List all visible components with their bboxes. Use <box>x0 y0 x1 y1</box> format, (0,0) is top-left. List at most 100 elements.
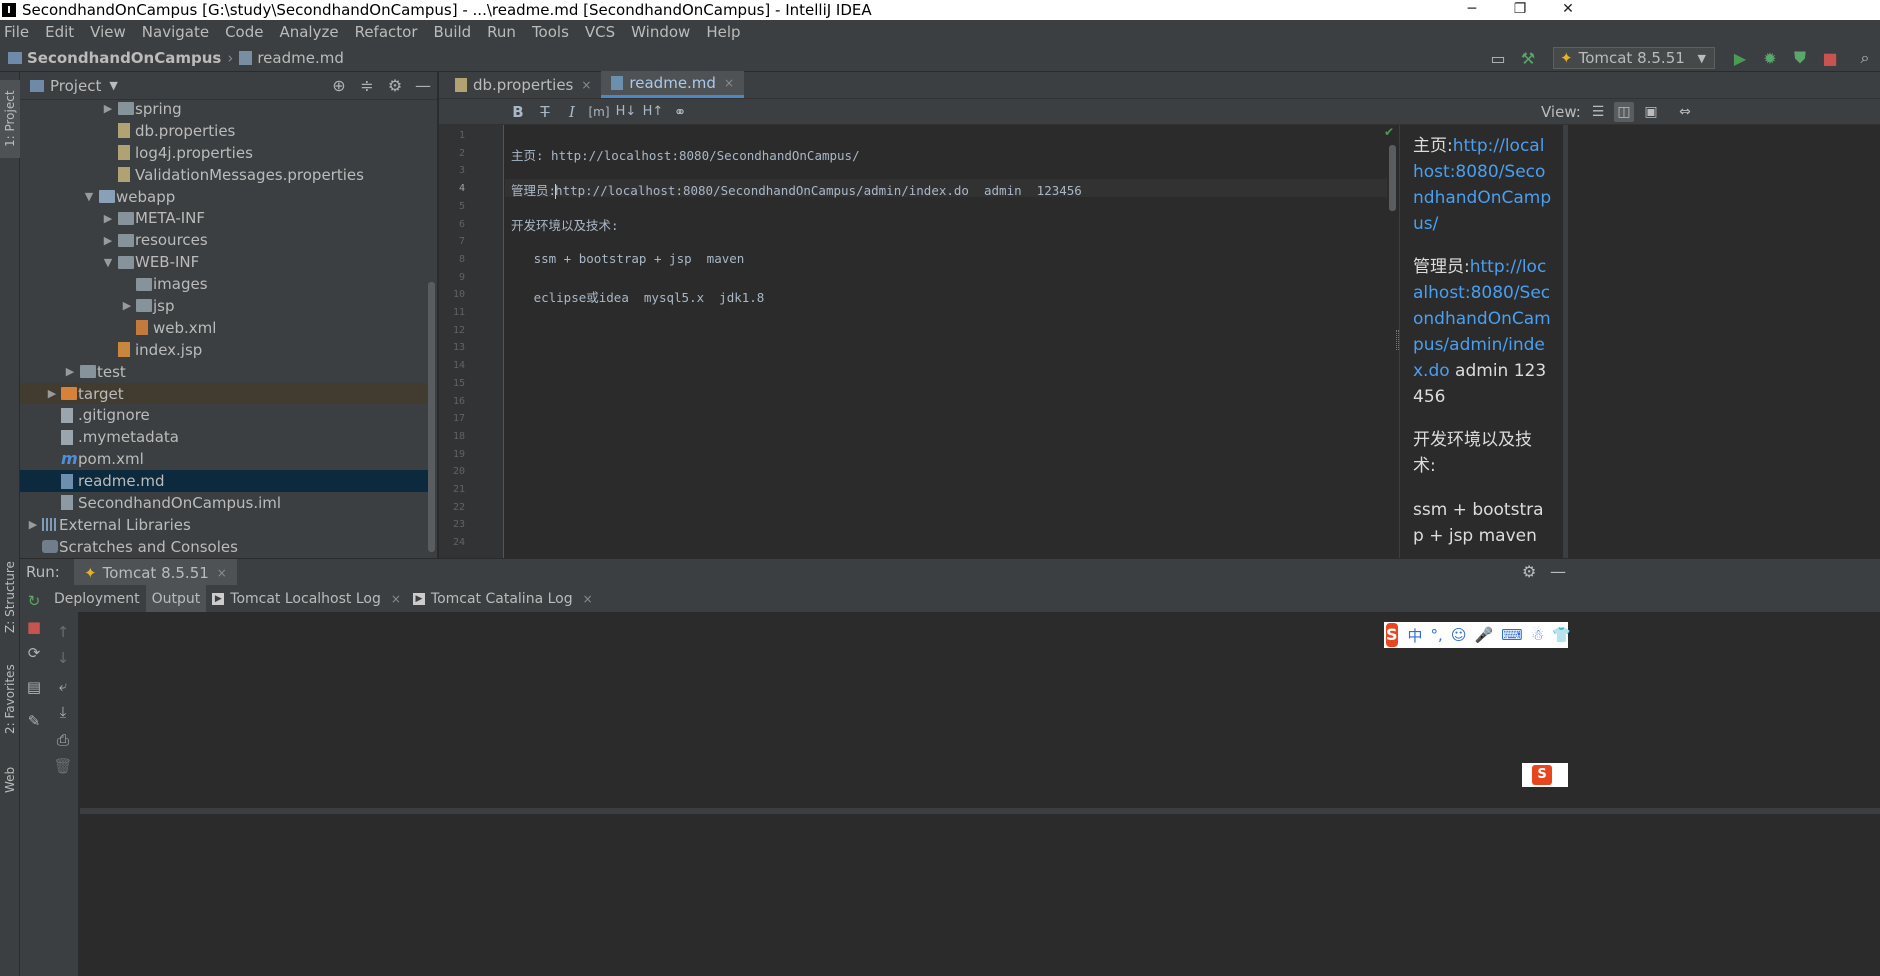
tree-item-web-xml[interactable]: web.xml <box>20 317 428 339</box>
project-structure-icon[interactable]: ▭ <box>1486 46 1510 70</box>
subtab-tomcat-localhost-log[interactable]: ▶ Tomcat Localhost Log × <box>206 585 407 612</box>
header-level-down-icon[interactable]: H↑ <box>642 102 664 122</box>
trash-icon[interactable]: 🗑 <box>53 756 73 776</box>
tree-item-external-libraries[interactable]: ▶ External Libraries <box>20 514 428 536</box>
menu-vcs[interactable]: VCS <box>577 23 623 41</box>
keyboard-icon[interactable]: ⌨ <box>1501 626 1523 644</box>
tree-item-pom-xml[interactable]: m pom.xml <box>20 448 428 470</box>
hide-panel-icon[interactable]: — <box>1550 562 1566 581</box>
tree-item-resources[interactable]: ▶ resources <box>20 229 428 251</box>
tree-item-mymetadata[interactable]: .mymetadata <box>20 426 428 448</box>
subtab-deployment[interactable]: Deployment <box>48 585 146 612</box>
tree-item-jsp[interactable]: ▶ jsp <box>20 295 428 317</box>
update-app-icon[interactable]: ⟳ <box>24 643 44 663</box>
split-view-icon[interactable]: ◫ <box>1614 102 1634 122</box>
link-icon[interactable]: ⚭ <box>669 102 691 122</box>
tree-item-db-properties[interactable]: db.properties <box>20 120 428 142</box>
menu-edit[interactable]: Edit <box>37 23 82 41</box>
strikethrough-icon[interactable]: T <box>534 102 556 122</box>
layout-toggle-icon[interactable]: ⇔ <box>1675 102 1695 122</box>
chevron-down-icon[interactable]: ▼ <box>83 190 95 203</box>
skin-icon[interactable]: 👕 <box>1552 626 1571 644</box>
menu-run[interactable]: Run <box>479 23 524 41</box>
ime-mode[interactable]: 中 <box>1408 625 1423 646</box>
favorites-tool-tab[interactable]: 2: Favorites <box>0 654 20 744</box>
close-window-button[interactable]: ✕ <box>1548 0 1588 20</box>
punctuation-icon[interactable]: °, <box>1431 626 1443 644</box>
menu-analyze[interactable]: Analyze <box>271 23 346 41</box>
italic-icon[interactable]: I <box>561 102 583 122</box>
subtab-output[interactable]: Output <box>145 585 207 612</box>
run-icon[interactable]: ▶ <box>1728 46 1752 70</box>
close-tab-icon[interactable]: × <box>217 566 227 580</box>
menu-refactor[interactable]: Refactor <box>347 23 426 41</box>
sogou-logo-icon[interactable]: S <box>1532 765 1552 785</box>
close-tab-icon[interactable]: × <box>391 592 401 606</box>
chevron-right-icon[interactable]: ▶ <box>46 387 58 400</box>
chevron-right-icon[interactable]: ▶ <box>102 102 114 115</box>
tree-item-webapp[interactable]: ▼ webapp <box>20 186 428 208</box>
breadcrumb-project[interactable]: SecondhandOnCampus <box>27 49 221 67</box>
menu-help[interactable]: Help <box>698 23 748 41</box>
rerun-icon[interactable]: ↻ <box>24 591 44 611</box>
code-editor[interactable]: 主页: http://localhost:8080/SecondhandOnCa… <box>505 125 1387 558</box>
user-icon[interactable]: ☃ <box>1531 626 1544 644</box>
subtab-tomcat-catalina-log[interactable]: ▶ Tomcat Catalina Log × <box>407 585 599 612</box>
chevron-right-icon[interactable]: ▶ <box>102 234 114 247</box>
sogou-logo-icon[interactable]: S <box>1386 623 1398 647</box>
structure-tool-tab[interactable]: Z: Structure <box>0 552 20 642</box>
tree-item-target[interactable]: ▶ target <box>20 382 428 405</box>
run-tab-tomcat[interactable]: ✦ Tomcat 8.5.51 × <box>74 559 237 586</box>
tree-item-scratches-and-consoles[interactable]: Scratches and Consoles <box>20 536 428 558</box>
tree-item-images[interactable]: images <box>20 273 428 295</box>
stop-icon[interactable]: ■ <box>1818 46 1842 70</box>
menu-tools[interactable]: Tools <box>524 23 577 41</box>
close-tab-icon[interactable]: × <box>724 76 734 90</box>
search-everywhere-icon[interactable]: ⌕ <box>1853 46 1877 70</box>
editor-scrollbar-thumb[interactable] <box>1389 145 1396 211</box>
tree-item-meta-inf[interactable]: ▶ META-INF <box>20 207 428 229</box>
project-tool-tab[interactable]: 1: Project <box>0 80 20 158</box>
tree-item-log4j-properties[interactable]: log4j.properties <box>20 142 428 164</box>
debug-icon[interactable]: ✹ <box>1758 46 1782 70</box>
layout-icon[interactable]: ▤ <box>24 677 44 697</box>
bold-icon[interactable]: B <box>507 102 529 122</box>
chevron-down-icon[interactable]: ▼ <box>109 79 117 92</box>
tab-readme-md[interactable]: readme.md × <box>601 71 745 98</box>
project-view-select[interactable]: Project <box>50 77 101 95</box>
chevron-down-icon[interactable]: ▼ <box>102 256 114 269</box>
tree-item-web-inf[interactable]: ▼ WEB-INF <box>20 251 428 273</box>
build-hammer-icon[interactable]: ⚒ <box>1516 46 1540 70</box>
hide-panel-icon[interactable]: — <box>409 76 437 95</box>
chevron-right-icon[interactable]: ▶ <box>102 212 114 225</box>
run-configuration-select[interactable]: ✦ Tomcat 8.5.51 ▼ <box>1553 47 1715 69</box>
menu-build[interactable]: Build <box>426 23 480 41</box>
menu-navigate[interactable]: Navigate <box>134 23 217 41</box>
close-tab-icon[interactable]: × <box>581 78 591 92</box>
gear-icon[interactable]: ⚙ <box>381 76 409 95</box>
chevron-right-icon[interactable]: ▶ <box>27 518 39 531</box>
header-level-up-icon[interactable]: H↓ <box>615 102 637 122</box>
breadcrumb-file[interactable]: readme.md <box>257 49 344 67</box>
tree-item-secondhandoncampus-iml[interactable]: SecondhandOnCampus.iml <box>20 492 428 514</box>
tree-item-validationmessages-properties[interactable]: ValidationMessages.properties <box>20 164 428 186</box>
tree-item-index-jsp[interactable]: index.jsp <box>20 339 428 361</box>
close-tab-icon[interactable]: × <box>583 592 593 606</box>
restore-button[interactable]: ❐ <box>1500 0 1540 20</box>
project-scrollbar[interactable] <box>428 282 435 552</box>
emoji-icon[interactable]: ☺ <box>1451 626 1467 644</box>
tab-db-properties[interactable]: db.properties × <box>445 71 601 98</box>
pin-icon[interactable]: ✎ <box>24 711 44 731</box>
tree-item-test[interactable]: ▶ test <box>20 361 428 383</box>
web-tool-tab[interactable]: Web <box>0 756 20 804</box>
preview-only-icon[interactable]: ▣ <box>1641 102 1661 122</box>
microphone-icon[interactable]: 🎤 <box>1474 626 1493 644</box>
arrow-up-icon[interactable]: ↑ <box>53 622 73 642</box>
collapse-all-icon[interactable]: ≑ <box>353 76 381 95</box>
scroll-to-end-icon[interactable]: ⤓ <box>53 702 73 722</box>
editor-only-icon[interactable]: ☰ <box>1588 102 1608 122</box>
soft-wrap-icon[interactable]: ⤶ <box>53 676 73 696</box>
minimize-button[interactable]: ─ <box>1452 0 1492 20</box>
tree-item-spring[interactable]: ▶ spring <box>20 98 428 120</box>
chevron-right-icon[interactable]: ▶ <box>64 365 76 378</box>
